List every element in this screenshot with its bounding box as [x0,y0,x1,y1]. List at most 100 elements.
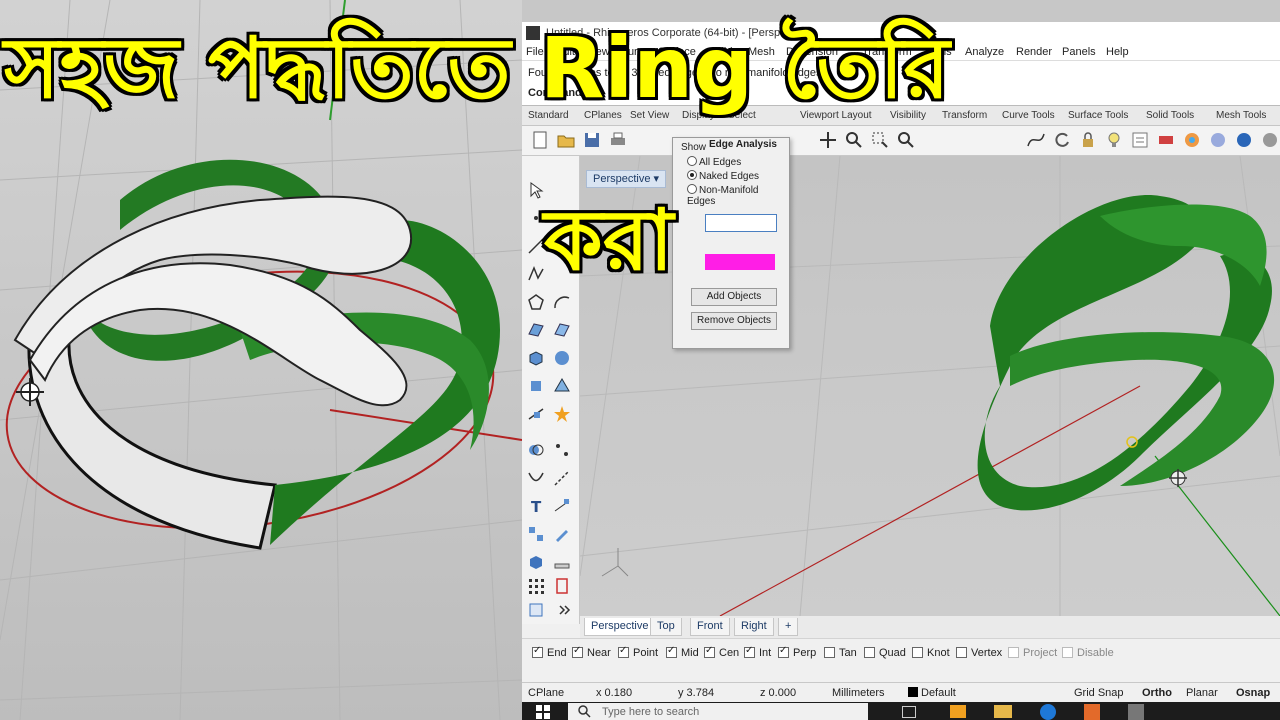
point-icon[interactable] [526,208,546,228]
taskbar-search-input[interactable]: Type here to search [568,703,868,720]
radio-naked-edges[interactable]: Naked Edges [687,170,759,182]
osnap-int[interactable]: Int [744,645,771,659]
refresh-icon[interactable] [1052,130,1072,150]
windows-taskbar: Type here to search [522,702,1280,720]
radio-all-edges[interactable]: All Edges [687,156,741,168]
menu-help[interactable]: Help [1106,46,1129,58]
status-grid-snap[interactable]: Grid Snap [1074,687,1124,699]
tab-top[interactable]: Top [650,618,682,636]
toolbar-tab-mesh-tools[interactable]: Mesh Tools [1216,110,1266,121]
polygon-icon[interactable] [526,292,546,312]
taskbar-search-placeholder: Type here to search [602,706,700,718]
light-bulb-icon[interactable] [1104,130,1124,150]
osnap-disable[interactable]: Disable [1062,647,1114,659]
toolbar-tab-solid-tools[interactable]: Solid Tools [1146,110,1194,121]
menu-panels[interactable]: Panels [1062,46,1096,58]
open-folder-icon[interactable] [556,130,576,150]
osnap-quad[interactable]: Quad [864,647,906,659]
app-icon[interactable] [1084,704,1100,720]
osnap-mid[interactable]: Mid [666,645,699,659]
block-icon[interactable] [526,552,546,572]
menu-analyze[interactable]: Analyze [965,46,1004,58]
scale-icon[interactable] [552,576,572,596]
add-objects-button[interactable]: Add Objects [691,288,777,306]
arc-icon[interactable] [552,292,572,312]
edge-color-swatch[interactable] [705,254,775,270]
layer-color-icon[interactable] [1156,130,1176,150]
analyze-icon[interactable] [526,600,546,620]
select-arrow-icon[interactable] [526,180,546,200]
windows-start-icon[interactable] [536,705,550,719]
array-icon[interactable] [526,576,546,596]
menu-render[interactable]: Render [1016,46,1052,58]
move-view-icon[interactable] [818,130,838,150]
trim-icon[interactable] [526,468,546,488]
polyline-icon[interactable] [526,264,546,284]
new-file-icon[interactable] [530,130,550,150]
rhino-taskbar-icon[interactable] [1128,704,1144,720]
material-icon[interactable] [1260,130,1280,150]
status-z: z 0.000 [760,687,797,699]
zoom-extents-icon[interactable] [896,130,916,150]
osnap-perp[interactable]: Perp [778,645,816,659]
edit-icon[interactable] [552,524,572,544]
osnap-cen[interactable]: Cen [704,645,739,659]
osnap-knot[interactable]: Knot [912,647,950,659]
render-sphere-icon[interactable] [1208,130,1228,150]
zoom-icon[interactable] [844,130,864,150]
status-units[interactable]: Millimeters [832,687,885,699]
text-icon[interactable]: T [526,496,546,516]
cylinder-icon[interactable] [526,376,546,396]
line-icon[interactable] [526,236,546,256]
remove-objects-button[interactable]: Remove Objects [691,312,777,330]
group-icon[interactable] [526,524,546,544]
box-icon[interactable] [526,348,546,368]
tab-right[interactable]: Right [734,618,774,636]
store-icon[interactable] [950,705,966,718]
viewport-title-perspective[interactable]: Perspective ▾ [586,170,667,188]
print-icon[interactable] [608,130,628,150]
task-view-icon[interactable] [902,706,916,718]
color-wheel-icon[interactable] [1182,130,1202,150]
tab-perspective[interactable]: Perspective [584,618,656,636]
zoom-window-icon[interactable] [870,130,890,150]
explode-icon[interactable] [552,404,572,424]
status-layer[interactable]: Default [908,687,956,699]
ruler-icon[interactable] [552,552,572,572]
save-icon[interactable] [582,130,602,150]
osnap-tan[interactable]: Tan [824,647,857,659]
dimension-icon[interactable] [552,496,572,516]
boolean-icon[interactable] [526,440,546,460]
osnap-near[interactable]: Near [572,645,611,659]
tab-front[interactable]: Front [690,618,730,636]
points-on-icon[interactable] [552,440,572,460]
browser-icon[interactable] [1040,704,1056,720]
add-viewport-tab-icon[interactable]: + [778,618,799,636]
file-explorer-icon[interactable] [994,705,1012,718]
rendered-view-icon[interactable] [1234,130,1254,150]
sphere-icon[interactable] [552,348,572,368]
status-ortho[interactable]: Ortho [1142,687,1172,699]
osnap-end[interactable]: End [532,645,567,659]
edge-color-selector[interactable] [705,214,777,232]
toolbar-tab-surface-tools[interactable]: Surface Tools [1068,110,1128,121]
curve-tool-icon[interactable] [1026,130,1046,150]
osnap-point[interactable]: Point [618,645,658,659]
extend-icon[interactable] [552,468,572,488]
ring-model-green [977,195,1275,511]
status-osnap[interactable]: Osnap [1236,687,1270,699]
viewport-dropdown-icon[interactable]: ▾ [654,173,660,185]
osnap-vertex[interactable]: Vertex [956,647,1002,659]
properties-icon[interactable] [1130,130,1150,150]
status-planar[interactable]: Planar [1186,687,1218,699]
status-cplane: CPlane [528,687,565,699]
loft-icon[interactable] [552,320,572,340]
toolbar-tab-curve-tools[interactable]: Curve Tools [1002,110,1055,121]
radio-non-manifold-edges[interactable]: Non-Manifold Edges [687,184,777,207]
osnap-project[interactable]: Project [1008,647,1057,659]
lock-icon[interactable] [1078,130,1098,150]
more-tools-chevron-icon[interactable] [554,600,574,620]
surface-icon[interactable] [526,320,546,340]
mesh-icon[interactable] [552,376,572,396]
split-icon[interactable] [526,404,546,424]
